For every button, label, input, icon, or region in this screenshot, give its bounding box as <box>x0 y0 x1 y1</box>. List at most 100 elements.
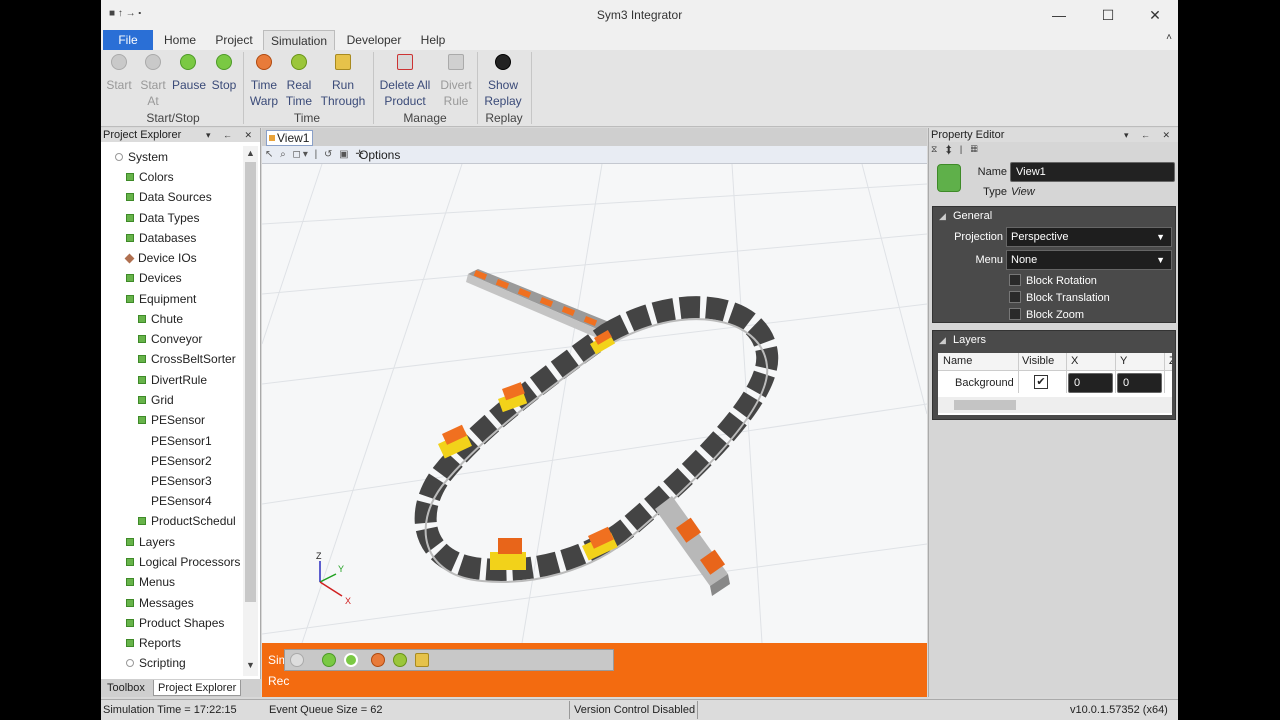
tree-node[interactable]: Equipment <box>126 290 196 308</box>
mini-real-time-icon[interactable] <box>393 653 407 667</box>
divert-rule-button[interactable]: Divert Rule <box>437 52 475 108</box>
block-zoom-checkbox[interactable]: Block Zoom <box>1009 308 1084 324</box>
folder-icon <box>126 538 134 546</box>
tree-node[interactable]: PESensor3 <box>151 472 212 490</box>
mini-play-icon[interactable] <box>290 653 304 667</box>
collapse-ribbon-icon[interactable]: ˄ <box>1166 32 1172 43</box>
start-at-button[interactable]: Start At <box>138 52 168 108</box>
tree-node[interactable]: Product Shapes <box>126 614 224 632</box>
tree-node[interactable]: Layers <box>126 533 175 551</box>
time-warp-button[interactable]: Time Warp <box>247 52 281 108</box>
block-translation-checkbox[interactable]: Block Translation <box>1009 291 1110 307</box>
col-y-header[interactable]: Y <box>1120 355 1127 367</box>
tree-node[interactable]: PESensor <box>138 411 205 429</box>
col-z-header[interactable]: Z <box>1169 355 1172 367</box>
tab-help[interactable]: Help <box>415 30 451 50</box>
checkbox-box[interactable] <box>1009 308 1021 320</box>
maximize-button[interactable]: ☐ <box>1088 4 1128 26</box>
visible-checkbox[interactable]: ✔ <box>1034 375 1048 389</box>
minimize-button[interactable]: — <box>1039 4 1079 26</box>
axis-y-label: Y <box>338 564 344 574</box>
tree-node[interactable]: CrossBeltSorter <box>138 350 236 368</box>
tree-node[interactable]: Device IOs <box>124 249 197 267</box>
divert-icon <box>448 54 464 70</box>
folder-icon <box>138 376 146 384</box>
explorer-scrollbar[interactable]: ▲ ▼ <box>243 146 258 676</box>
scroll-down-icon[interactable]: ▼ <box>243 660 258 670</box>
scroll-thumb[interactable] <box>954 400 1016 410</box>
checkbox-box[interactable] <box>1009 291 1021 303</box>
tree-node[interactable]: Messages <box>126 594 194 612</box>
folder-icon <box>138 416 146 424</box>
pause-icon <box>180 54 196 70</box>
tab-file[interactable]: File <box>103 30 153 50</box>
scroll-thumb[interactable] <box>245 162 256 602</box>
layers-section-header[interactable]: ◢ Layers <box>933 331 1175 349</box>
col-name-header[interactable]: Name <box>943 355 972 367</box>
tree-node[interactable]: Logical Processors <box>126 553 240 571</box>
explorer-header: Project Explorer ▾ ← ✕ <box>101 128 260 142</box>
mini-run-through-icon[interactable] <box>415 653 429 667</box>
tab-toolbox[interactable]: Toolbox <box>103 680 149 696</box>
layers-horizontal-scrollbar[interactable] <box>938 397 1172 413</box>
mini-pause-icon[interactable] <box>322 653 336 667</box>
tab-home[interactable]: Home <box>158 30 202 50</box>
tree-node[interactable]: Devices <box>126 269 182 287</box>
tree-node[interactable]: Data Sources <box>126 188 212 206</box>
projection-select[interactable]: Perspective ▼ <box>1006 227 1172 247</box>
property-panel-buttons[interactable]: ▾ ← ✕ <box>1124 128 1175 142</box>
mini-stop-icon[interactable] <box>344 653 358 667</box>
stop-button[interactable]: Stop <box>209 52 239 108</box>
layer-name-cell[interactable]: Background <box>955 377 1014 389</box>
explorer-panel-buttons[interactable]: ▾ ← ✕ <box>206 128 257 142</box>
general-section-header[interactable]: ◢ General <box>933 207 1175 225</box>
show-replay-button[interactable]: Show Replay <box>483 52 523 108</box>
start-button[interactable]: Start <box>105 52 133 108</box>
block-rotation-checkbox[interactable]: Block Rotation <box>1009 274 1097 290</box>
mini-time-warp-icon[interactable] <box>371 653 385 667</box>
tree-node[interactable]: Chute <box>138 310 183 328</box>
run-through-button[interactable]: Run Through <box>319 52 367 108</box>
real-time-button[interactable]: Real Time <box>284 52 314 108</box>
delete-all-product-button[interactable]: Delete All Product <box>377 52 433 108</box>
scroll-up-icon[interactable]: ▲ <box>243 148 258 158</box>
tree-node[interactable]: Reports <box>126 634 181 652</box>
tree-node[interactable]: Grid <box>138 391 174 409</box>
explorer-tree: System Colors Data Sources Data Types Da… <box>101 146 243 676</box>
folder-icon <box>138 517 146 525</box>
close-button[interactable]: ✕ <box>1135 4 1175 26</box>
name-field[interactable]: View1 <box>1010 162 1175 182</box>
layers-table: Name Visible X Y Z Background ✔ 0 0 <box>938 353 1172 415</box>
col-visible-header[interactable]: Visible <box>1022 355 1054 367</box>
tree-node[interactable]: PESensor4 <box>151 492 212 510</box>
tab-simulation[interactable]: Simulation <box>263 30 335 50</box>
layer-y-field[interactable]: 0 <box>1117 373 1162 393</box>
checkbox-box[interactable] <box>1009 274 1021 286</box>
tab-project[interactable]: Project <box>209 30 259 50</box>
col-x-header[interactable]: X <box>1071 355 1078 367</box>
tree-node[interactable]: PESensor2 <box>151 452 212 470</box>
view-tool-icons[interactable]: ↖ ⌕ ◻▾ | ↺ ▣ ✛ <box>265 149 366 160</box>
tree-node[interactable]: ProductSchedul <box>138 512 236 530</box>
tree-node[interactable]: Conveyor <box>138 330 202 348</box>
layer-x-field[interactable]: 0 <box>1068 373 1113 393</box>
real-time-label-2: Time <box>285 94 313 108</box>
tree-node[interactable]: Databases <box>126 229 196 247</box>
tree-node[interactable]: Menus <box>126 573 175 591</box>
tree-node[interactable]: Scripting <box>126 654 186 672</box>
tree-node[interactable]: PESensor1 <box>151 432 212 450</box>
property-toolbar-icons[interactable]: ⧖ ⬍ | ▦ <box>931 144 981 155</box>
tree-node-system[interactable]: System <box>115 148 168 166</box>
3d-viewport[interactable]: Z Y X <box>262 164 927 643</box>
title-bar: ■ ↑ → ⬝ Sym3 Integrator — ☐ ✕ <box>101 0 1178 30</box>
tab-project-explorer[interactable]: Project Explorer <box>153 680 242 696</box>
chevron-down-icon: ▼ <box>1156 255 1165 265</box>
menu-select[interactable]: None ▼ <box>1006 250 1172 270</box>
tree-node[interactable]: Data Types <box>126 209 199 227</box>
tree-node[interactable]: DivertRule <box>138 371 207 389</box>
tab-view1[interactable]: View1 <box>266 130 313 146</box>
tree-node[interactable]: Colors <box>126 168 174 186</box>
pause-button[interactable]: Pause <box>172 52 206 108</box>
tab-developer[interactable]: Developer <box>341 30 407 50</box>
options-menu[interactable]: Options <box>359 148 400 162</box>
